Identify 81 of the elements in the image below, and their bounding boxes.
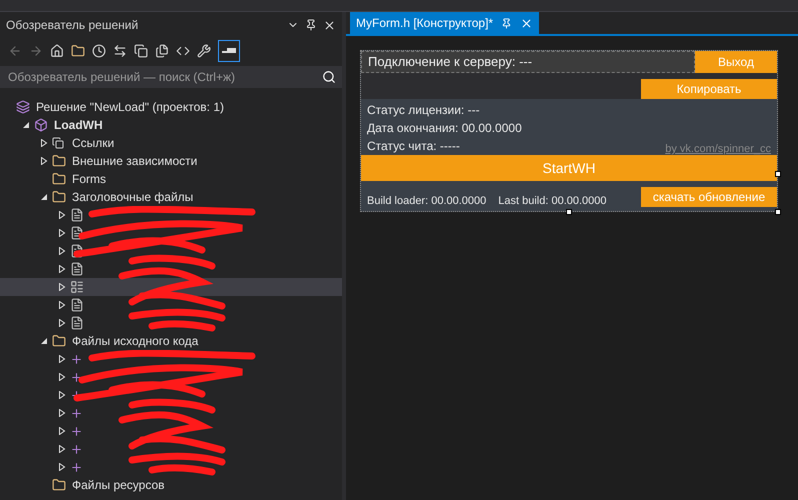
search-field[interactable]: Обозреватель решений — поиск (Ctrl+ж) [0, 66, 342, 88]
back-icon[interactable] [8, 44, 22, 58]
close-icon[interactable] [323, 18, 336, 32]
show-files-icon[interactable] [155, 44, 169, 58]
collapsed-triangle-icon[interactable] [58, 229, 66, 237]
plus-icon [70, 460, 83, 474]
collapsed-triangle-icon[interactable] [58, 445, 66, 453]
resize-handle[interactable] [775, 209, 781, 215]
collapsed-triangle-icon[interactable] [58, 463, 66, 471]
collapsed-triangle-icon[interactable] [58, 319, 66, 327]
tree-item-label: Файлы исходного кода [72, 334, 198, 348]
file-icon [70, 298, 84, 312]
sync-icon[interactable] [113, 44, 127, 58]
collapsed-triangle-icon[interactable] [58, 247, 66, 255]
file-icon [70, 226, 84, 240]
plus-icon [70, 406, 83, 420]
search-icon[interactable] [322, 70, 336, 84]
expanded-triangle-icon[interactable] [22, 121, 30, 129]
collapsed-triangle-icon[interactable] [58, 301, 66, 309]
file-icon [70, 244, 84, 258]
resize-handle[interactable] [775, 171, 781, 177]
folder-icon [52, 190, 66, 204]
collapse-icon[interactable] [134, 44, 148, 58]
references-icon [52, 137, 64, 149]
tree-item-label: Файлы ресурсов [72, 478, 165, 492]
code-icon[interactable] [176, 44, 190, 58]
collapsed-triangle-icon[interactable] [40, 157, 48, 165]
project-icon [34, 118, 48, 132]
wrench-icon[interactable] [197, 44, 211, 58]
file-icon [70, 262, 84, 276]
tree-item[interactable]: Файлы ресурсов [0, 476, 342, 494]
collapsed-triangle-icon[interactable] [58, 283, 66, 291]
collapsed-triangle-icon[interactable] [58, 355, 66, 363]
solution-icon [16, 100, 30, 114]
pin-icon[interactable] [305, 19, 317, 31]
history-icon[interactable] [92, 44, 106, 58]
folder-icon [52, 172, 66, 186]
tree-item[interactable]: Ссылки [0, 134, 342, 152]
home-icon[interactable] [50, 44, 64, 58]
resize-handle[interactable] [566, 209, 572, 215]
build-loader-label: Build loader: 00.00.0000 [367, 195, 486, 207]
tree-item-label: Решение "NewLoad" (проектов: 1) [36, 100, 224, 114]
folder-icon [52, 478, 66, 492]
status-label: Статус лицензии: --- [367, 103, 480, 119]
expanded-triangle-icon[interactable] [40, 337, 48, 345]
server-status-label: Подключение к серверу: --- [361, 51, 695, 73]
plus-icon [70, 370, 83, 384]
tree-item-label: Ссылки [72, 136, 114, 150]
status-label: Статус чита: ----- [367, 139, 460, 155]
file-icon [70, 316, 84, 330]
forward-icon[interactable] [29, 44, 43, 58]
expanded-triangle-icon[interactable] [40, 193, 48, 201]
preview-toggle-icon[interactable] [218, 40, 240, 62]
plus-icon [70, 352, 83, 366]
tree-item[interactable]: Внешние зависимости [0, 152, 342, 170]
folder-switch-icon[interactable] [71, 44, 85, 58]
tree-item-label: Внешние зависимости [72, 154, 198, 168]
status-label: Дата окончания: 00.00.0000 [367, 121, 522, 137]
tree-item-label: LoadWH [54, 118, 103, 132]
form-file-icon [70, 280, 84, 294]
collapsed-triangle-icon[interactable] [58, 409, 66, 417]
plus-icon [70, 442, 83, 456]
last-build-label: Last build: 00.00.0000 [498, 195, 607, 207]
tree-item-label: Forms [72, 172, 106, 186]
collapsed-triangle-icon[interactable] [58, 211, 66, 219]
collapsed-triangle-icon[interactable] [40, 139, 48, 147]
tree-item-label: Заголовочные файлы [72, 190, 194, 204]
folder-icon [52, 154, 66, 168]
panel-title: Обозреватель решений [6, 18, 140, 32]
collapsed-triangle-icon[interactable] [58, 427, 66, 435]
tree-item[interactable]: Заголовочные файлы [0, 188, 342, 206]
file-icon [70, 208, 84, 222]
collapsed-triangle-icon[interactable] [58, 391, 66, 399]
tree-item[interactable]: Файлы исходного кода [0, 332, 342, 350]
folder-icon [52, 334, 66, 348]
plus-icon [70, 424, 83, 438]
tree-item[interactable]: Forms [0, 170, 342, 188]
tree-item[interactable]: Решение "NewLoad" (проектов: 1) [0, 98, 342, 116]
collapsed-triangle-icon[interactable] [58, 373, 66, 381]
tree-item[interactable]: LoadWH [0, 116, 342, 134]
collapsed-triangle-icon[interactable] [58, 265, 66, 273]
